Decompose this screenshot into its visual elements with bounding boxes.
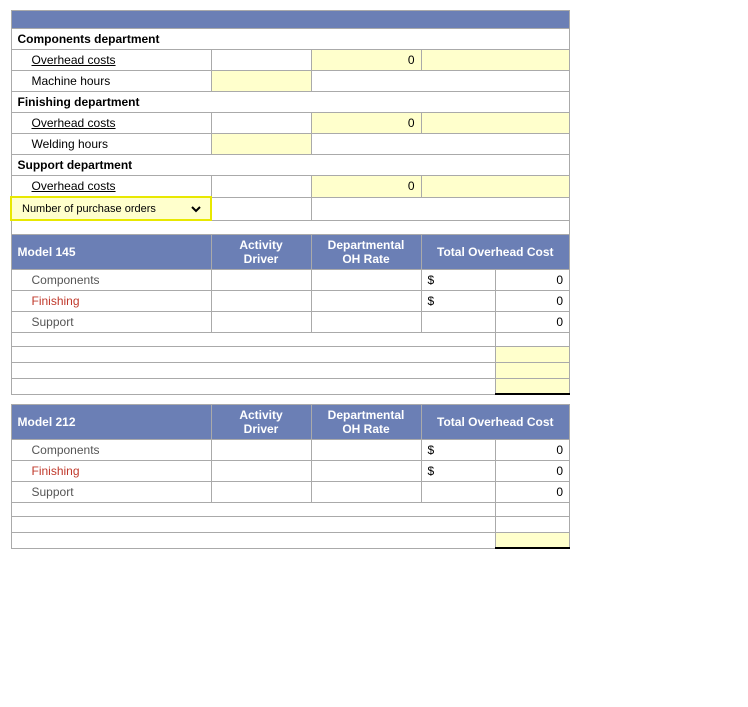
finishing-overhead-extra[interactable] <box>421 113 570 134</box>
finishing-overhead-row: Overhead costs 0 <box>11 113 570 134</box>
model145-blank1 <box>11 332 570 346</box>
support-purchase-row: Number of purchase orders Machine hours … <box>11 197 570 220</box>
support-purchase-dropdown-cell[interactable]: Number of purchase orders Machine hours … <box>11 197 211 220</box>
finishing-dept-label: Finishing department <box>11 92 570 113</box>
finishing-overhead-value[interactable]: 0 <box>311 113 421 134</box>
model145-support-ohrate <box>311 311 421 332</box>
support-overhead-row: Overhead costs 0 <box>11 176 570 198</box>
model145-blank3 <box>11 362 570 378</box>
model212-support-value: 0 <box>495 481 569 502</box>
model145-finishing-ohrate <box>311 290 421 311</box>
model212-finishing-value: 0 <box>495 460 569 481</box>
components-dept-label: Components department <box>11 29 570 50</box>
model145-header-row: Model 145 ActivityDriver DepartmentalOH … <box>11 234 570 269</box>
components-overhead-row: Overhead costs 0 <box>11 50 570 71</box>
model145-components-ohrate <box>311 269 421 290</box>
model145-support-label: Support <box>11 311 211 332</box>
model212-activity-driver-col: ActivityDriver <box>211 404 311 439</box>
finishing-dept-header-row: Finishing department <box>11 92 570 113</box>
top-bar-row <box>11 11 570 29</box>
model145-finishing-dollar: $ <box>421 290 495 311</box>
finishing-overhead-input1[interactable] <box>211 113 311 134</box>
model212-support-activity[interactable] <box>211 481 311 502</box>
support-purchase-input[interactable] <box>211 197 311 220</box>
model145-components-value: 0 <box>495 269 569 290</box>
model212-total-col: Total Overhead Cost <box>421 404 570 439</box>
purchase-orders-dropdown[interactable]: Number of purchase orders Machine hours … <box>18 202 204 216</box>
model212-support-ohrate <box>311 481 421 502</box>
model145-support-activity[interactable] <box>211 311 311 332</box>
finishing-welding-input[interactable] <box>211 134 311 155</box>
model145-components-row: Components $ 0 <box>11 269 570 290</box>
components-overhead-label: Overhead costs <box>11 50 211 71</box>
model145-finishing-row: Finishing $ 0 <box>11 290 570 311</box>
model212-support-row: Support 0 <box>11 481 570 502</box>
model145-support-row: Support 0 <box>11 311 570 332</box>
model145-activity-driver-col: ActivityDriver <box>211 234 311 269</box>
components-dept-header-row: Components department <box>11 29 570 50</box>
model212-finishing-dollar: $ <box>421 460 495 481</box>
model212-finishing-row: Finishing $ 0 <box>11 460 570 481</box>
top-bar <box>11 11 570 29</box>
components-machine-input[interactable] <box>211 71 311 92</box>
components-machine-row: Machine hours <box>11 71 570 92</box>
model145-finishing-label: Finishing <box>11 290 211 311</box>
model212-support-label: Support <box>11 481 211 502</box>
components-machine-empty <box>311 71 570 92</box>
model145-total-col: Total Overhead Cost <box>421 234 570 269</box>
model212-components-dollar: $ <box>421 439 495 460</box>
model212-blank1 <box>11 502 570 516</box>
model212-blank2 <box>11 516 570 532</box>
model145-dept-oh-col: DepartmentalOH Rate <box>311 234 421 269</box>
components-overhead-extra[interactable] <box>421 50 570 71</box>
model145-finishing-activity[interactable] <box>211 290 311 311</box>
model212-label: Model 212 <box>11 404 211 439</box>
finishing-overhead-label: Overhead costs <box>11 113 211 134</box>
model145-label: Model 145 <box>11 234 211 269</box>
model212-finishing-activity[interactable] <box>211 460 311 481</box>
components-overhead-input1[interactable] <box>211 50 311 71</box>
model145-components-label: Components <box>11 269 211 290</box>
finishing-welding-empty <box>311 134 570 155</box>
support-overhead-value[interactable]: 0 <box>311 176 421 198</box>
model145-blank4 <box>11 378 570 394</box>
support-purchase-empty <box>311 197 570 220</box>
model212-components-ohrate <box>311 439 421 460</box>
main-table: Components department Overhead costs 0 M… <box>10 10 570 549</box>
model212-components-value: 0 <box>495 439 569 460</box>
support-overhead-input1[interactable] <box>211 176 311 198</box>
model145-support-dollar <box>421 311 495 332</box>
model212-support-dollar <box>421 481 495 502</box>
components-machine-label: Machine hours <box>11 71 211 92</box>
support-overhead-label: Overhead costs <box>11 176 211 198</box>
model212-blank3 <box>11 532 570 548</box>
components-overhead-value[interactable]: 0 <box>311 50 421 71</box>
model145-blank2 <box>11 346 570 362</box>
model145-support-value: 0 <box>495 311 569 332</box>
finishing-welding-row: Welding hours <box>11 134 570 155</box>
model212-components-label: Components <box>11 439 211 460</box>
model212-finishing-label: Finishing <box>11 460 211 481</box>
model212-components-activity[interactable] <box>211 439 311 460</box>
support-dept-header-row: Support department <box>11 155 570 176</box>
spacer-between-models <box>11 394 570 404</box>
support-overhead-extra[interactable] <box>421 176 570 198</box>
support-dept-label: Support department <box>11 155 570 176</box>
model145-components-dollar: $ <box>421 269 495 290</box>
finishing-welding-label: Welding hours <box>11 134 211 155</box>
model145-finishing-value: 0 <box>495 290 569 311</box>
model212-components-row: Components $ 0 <box>11 439 570 460</box>
model145-components-activity[interactable] <box>211 269 311 290</box>
model212-finishing-ohrate <box>311 460 421 481</box>
model212-dept-oh-col: DepartmentalOH Rate <box>311 404 421 439</box>
model212-header-row: Model 212 ActivityDriver DepartmentalOH … <box>11 404 570 439</box>
spacer-1 <box>11 220 570 234</box>
